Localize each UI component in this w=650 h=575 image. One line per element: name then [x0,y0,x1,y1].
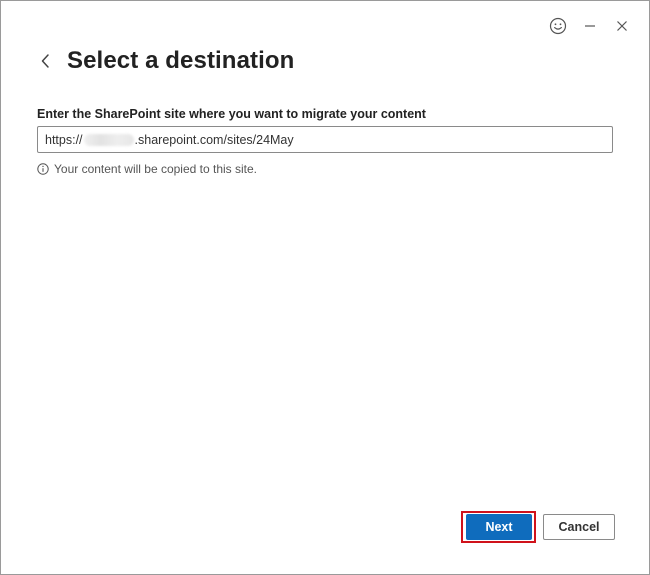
info-icon [37,163,49,175]
info-text: Your content will be copied to this site… [54,162,258,176]
page-title: Select a destination [67,47,295,74]
next-button[interactable]: Next [466,514,532,540]
info-message: Your content will be copied to this site… [37,162,257,176]
url-suffix: .sharepoint.com/sites/24May [134,132,294,147]
dialog-header: Select a destination [37,47,294,75]
migration-dialog-window: Select a destination Enter the SharePoin… [0,0,650,575]
close-icon[interactable] [613,17,631,35]
url-prefix: https:// [45,132,83,147]
cancel-button[interactable]: Cancel [543,514,615,540]
sharepoint-url-input[interactable]: https:// .sharepoint.com/sites/24May [37,126,613,153]
chevron-left-icon[interactable] [37,51,53,71]
window-controls [549,17,631,35]
minimize-icon[interactable] [581,17,599,35]
sharepoint-site-label: Enter the SharePoint site where you want… [37,107,426,121]
redacted-tenant-name [83,133,134,146]
feedback-smiley-icon[interactable] [549,17,567,35]
